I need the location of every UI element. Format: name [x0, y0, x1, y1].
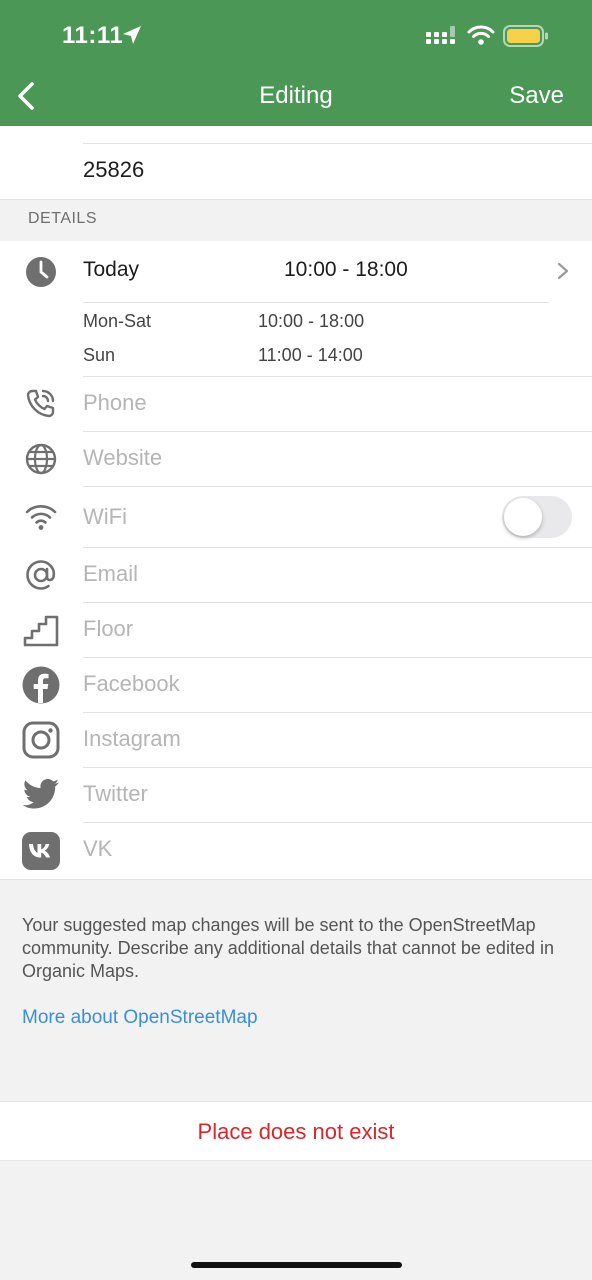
instagram-icon — [22, 721, 60, 759]
status-time: 11:11 — [62, 22, 124, 49]
page-title: Editing — [259, 82, 333, 109]
floor-row[interactable]: Floor — [0, 603, 592, 658]
schedule-days: Sun — [83, 345, 116, 365]
location-arrow-icon — [123, 26, 141, 44]
top-field-block: 25826 — [0, 126, 592, 200]
schedule-days: Mon-Sat — [83, 311, 152, 331]
save-button[interactable]: Save — [509, 82, 564, 110]
email-row[interactable]: Email — [0, 548, 592, 603]
at-icon — [22, 556, 60, 594]
wifi-row: WiFi — [0, 487, 592, 548]
facebook-icon — [22, 666, 60, 704]
section-title: DETAILS — [28, 210, 97, 227]
twitter-row[interactable]: Twitter — [0, 768, 592, 823]
place-not-exist-button[interactable]: Place does not exist — [0, 1119, 592, 1145]
osm-link[interactable]: More about OpenStreetMap — [22, 1007, 258, 1029]
website-field[interactable]: Website — [83, 445, 162, 471]
details-list: Today 10:00 - 18:00 Mon-Sat 10:00 - 18:0… — [0, 241, 592, 880]
clock-icon — [22, 253, 60, 291]
vk-row[interactable]: VK — [0, 823, 592, 880]
vk-field[interactable]: VK — [83, 836, 112, 862]
wifi-icon — [22, 498, 60, 536]
phone-field[interactable]: Phone — [83, 390, 147, 416]
facebook-field[interactable]: Facebook — [83, 671, 180, 697]
osm-note: Your suggested map changes will be sent … — [22, 915, 554, 981]
header: 11:11 Editing Save — [0, 0, 592, 126]
divider — [83, 302, 549, 303]
hours-today-time: 10:00 - 18:00 — [284, 258, 408, 281]
website-row[interactable]: Website — [0, 432, 592, 487]
chevron-right-icon — [557, 262, 569, 280]
place-not-exist-block[interactable]: Place does not exist — [0, 1101, 592, 1161]
divider — [83, 143, 592, 144]
schedule-time: 11:00 - 14:00 — [258, 345, 363, 365]
phone-icon — [22, 385, 60, 423]
wifi-label: WiFi — [83, 504, 127, 529]
floor-field[interactable]: Floor — [83, 616, 133, 642]
instagram-row[interactable]: Instagram — [0, 713, 592, 768]
cellular-signal-icon — [426, 26, 455, 44]
stairs-icon — [22, 611, 60, 649]
section-header: DETAILS — [0, 200, 592, 241]
schedule-time: 10:00 - 18:00 — [258, 311, 365, 331]
home-indicator — [191, 1262, 402, 1268]
top-field-value[interactable]: 25826 — [83, 157, 144, 183]
hours-today-label: Today — [83, 258, 140, 281]
twitter-field[interactable]: Twitter — [83, 781, 148, 807]
instagram-field[interactable]: Instagram — [83, 726, 181, 752]
globe-icon — [22, 440, 60, 478]
opening-hours-row[interactable]: Today 10:00 - 18:00 — [0, 241, 592, 303]
phone-row[interactable]: Phone — [0, 377, 592, 432]
toggle-knob — [504, 498, 542, 536]
wifi-status-icon — [467, 25, 495, 45]
battery-icon — [503, 25, 548, 47]
facebook-row[interactable]: Facebook — [0, 658, 592, 713]
email-field[interactable]: Email — [83, 561, 138, 587]
twitter-icon — [22, 776, 60, 814]
wifi-toggle[interactable] — [502, 496, 572, 538]
vk-icon — [22, 832, 60, 870]
